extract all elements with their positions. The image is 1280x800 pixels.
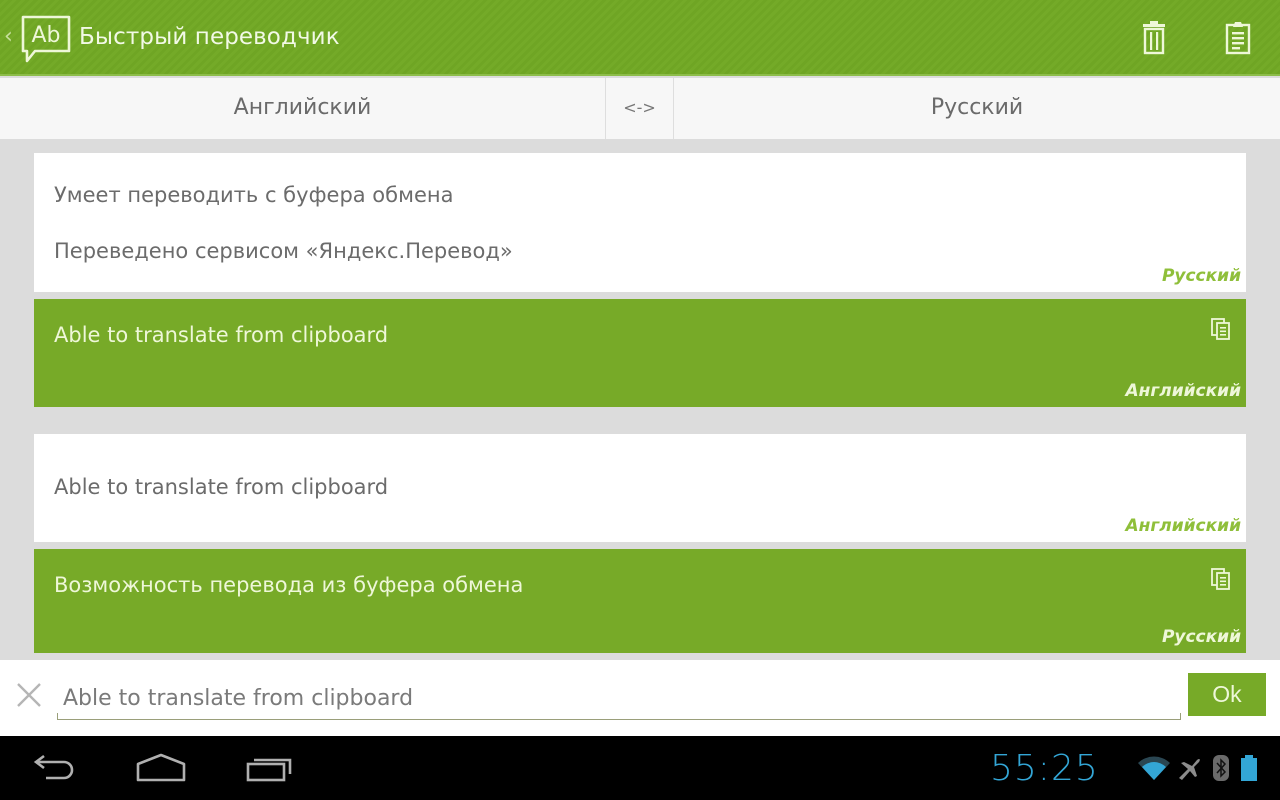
text-input-field[interactable] (57, 676, 1181, 720)
home-icon[interactable] (134, 752, 188, 784)
bluetooth-icon (1213, 755, 1229, 781)
battery-icon (1241, 755, 1257, 781)
attribution-note: Переведено сервисом «Яндекс.Перевод» (54, 239, 513, 263)
source-language-label: Русский (1161, 266, 1241, 286)
translation-history-list[interactable]: Умеет переводить с буфера обмена Перевед… (0, 139, 1280, 660)
result-text: Возможность перевода из буфера обмена (54, 573, 524, 597)
history-source-card[interactable]: Able to translate from clipboard Английс… (34, 434, 1246, 542)
back-icon[interactable] (28, 752, 78, 784)
history-result-card[interactable]: Able to translate from clipboard Английс… (34, 299, 1246, 407)
source-text: Able to translate from clipboard (54, 475, 389, 499)
trash-icon (1143, 21, 1165, 55)
paste-clipboard-button[interactable] (1221, 20, 1255, 56)
app-title: Быстрый переводчик (79, 24, 340, 50)
recent-apps-icon[interactable] (244, 752, 294, 784)
app-bar: ‹ Ab Быстрый переводчик (0, 0, 1280, 76)
source-language-label: Английский (1125, 516, 1242, 536)
target-language-selector[interactable]: Русский (674, 78, 1280, 139)
translate-input[interactable] (63, 680, 1173, 716)
clear-history-button[interactable] (1137, 20, 1171, 56)
result-language-label: Русский (1161, 627, 1241, 647)
app-logo-text: Ab (31, 23, 60, 48)
history-result-card[interactable]: Возможность перевода из буфера обмена Ру… (34, 549, 1246, 653)
language-bar: Английский <-> Русский (0, 78, 1280, 139)
swap-languages-button[interactable]: <-> (605, 78, 674, 139)
ok-button[interactable]: Ok (1188, 673, 1266, 716)
clear-input-icon[interactable] (14, 680, 44, 710)
up-caret-icon[interactable]: ‹ (4, 24, 13, 49)
app-logo-icon[interactable]: Ab (19, 13, 73, 65)
result-language-label: Английский (1125, 381, 1242, 401)
source-language-selector[interactable]: Английский (0, 78, 605, 139)
source-text: Умеет переводить с буфера обмена (54, 183, 454, 207)
system-navigation-bar: 55:25 (0, 736, 1280, 800)
input-bar: Ok (0, 660, 1280, 736)
result-text: Able to translate from clipboard (54, 323, 389, 347)
copy-icon[interactable] (1210, 317, 1232, 341)
copy-icon[interactable] (1210, 567, 1232, 591)
status-clock[interactable]: 55:25 (990, 748, 1099, 789)
history-source-card[interactable]: Умеет переводить с буфера обмена Перевед… (34, 153, 1246, 292)
clipboard-icon (1225, 22, 1251, 55)
airplane-mode-icon (1179, 758, 1200, 780)
wifi-icon (1138, 756, 1170, 780)
